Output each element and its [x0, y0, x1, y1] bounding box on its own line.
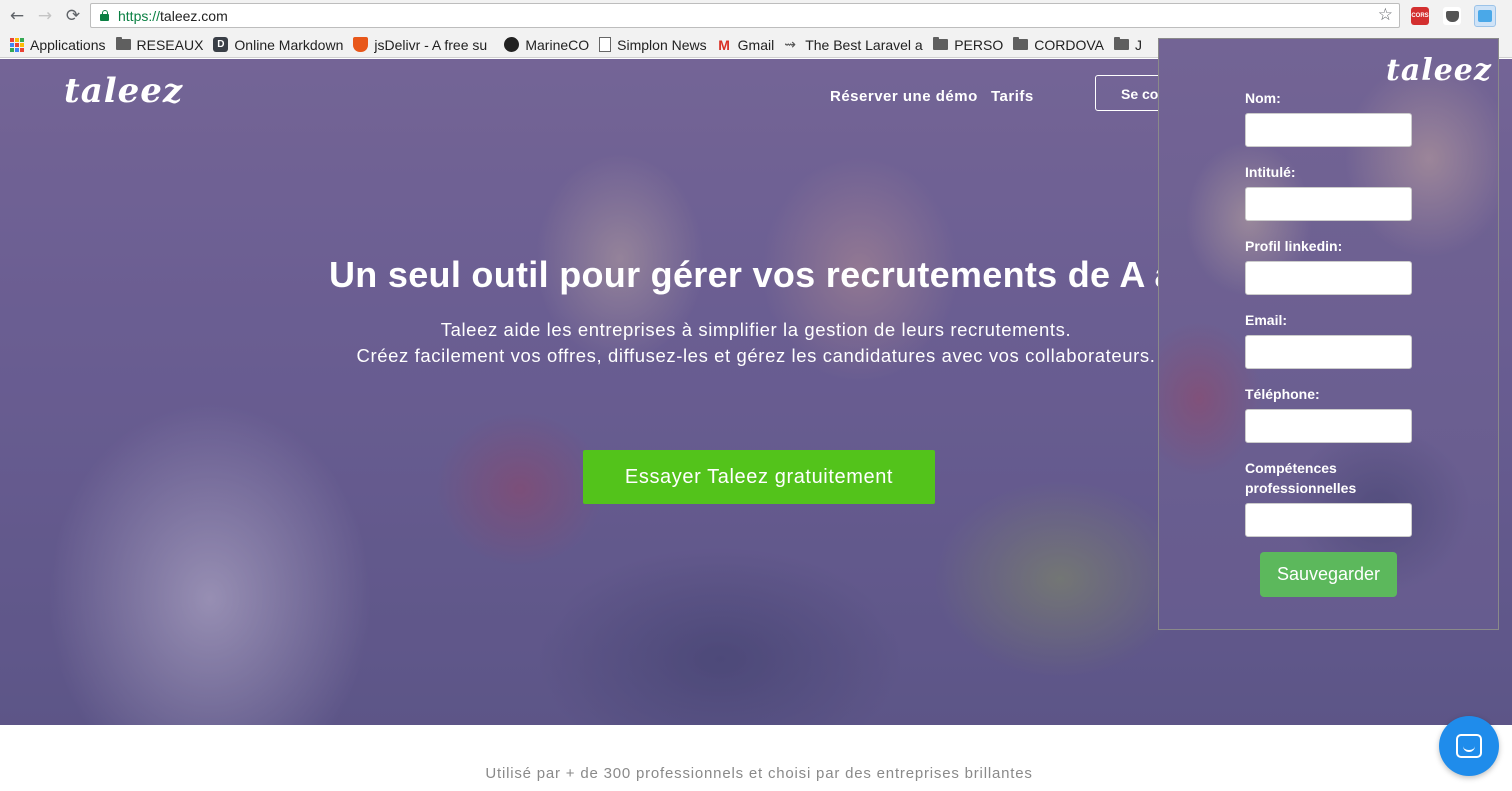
browser-toolbar: ← → ⟳ https://taleez.com ☆ CORS [0, 0, 1512, 32]
intitule-label: Intitulé: [1245, 164, 1296, 180]
linkedin-label: Profil linkedin: [1245, 238, 1343, 254]
taleez-extension-popup: taleez Nom: Intitulé: Profil linkedin: E… [1158, 38, 1499, 630]
reload-icon[interactable]: ⟳ [62, 5, 84, 27]
bookmark-gmail[interactable]: M Gmail [717, 34, 774, 56]
bookmark-marineco[interactable]: MarineCO [504, 34, 589, 56]
folder-icon [933, 37, 949, 50]
email-input[interactable] [1245, 335, 1412, 369]
bookmark-jsdelivr[interactable]: jsDelivr - A free su [353, 34, 494, 56]
folder-icon [1113, 37, 1129, 50]
bookmark-reseaux[interactable]: RESEAUX [115, 34, 203, 56]
shield-icon [353, 37, 369, 52]
gmail-icon: M [718, 36, 730, 53]
github-icon [504, 37, 520, 52]
chat-launcher-button[interactable] [1439, 716, 1499, 776]
competences-label: Compétences professionnelles [1245, 458, 1356, 498]
trust-text: Utilisé par + de 300 professionnels et c… [485, 765, 1033, 782]
forward-icon[interactable]: → [34, 5, 56, 27]
popup-taleez-logo: taleez [1386, 53, 1492, 88]
nom-input[interactable] [1245, 113, 1412, 147]
email-label: Email: [1245, 312, 1288, 328]
bookmark-laravel[interactable]: ⇝ The Best Laravel a [784, 34, 923, 56]
taleez-logo[interactable]: taleez [64, 71, 183, 111]
nom-label: Nom: [1245, 90, 1281, 106]
lock-icon [100, 10, 109, 21]
bookmark-j[interactable]: J [1113, 34, 1142, 56]
nav-pricing-link[interactable]: Tarifs [991, 88, 1034, 105]
address-bar[interactable]: https://taleez.com ☆ [90, 3, 1400, 28]
cors-extension-icon[interactable]: CORS [1411, 7, 1429, 25]
bookmark-perso[interactable]: PERSO [933, 34, 1003, 56]
bookmark-cordova[interactable]: CORDOVA [1013, 34, 1104, 56]
competences-input[interactable] [1245, 503, 1412, 537]
intitule-input[interactable] [1245, 187, 1412, 221]
back-icon[interactable]: ← [6, 5, 28, 27]
try-free-button[interactable]: Essayer Taleez gratuitement [583, 450, 935, 504]
url-text[interactable]: https://taleez.com [118, 8, 228, 24]
telephone-label: Téléphone: [1245, 386, 1320, 402]
taleez-extension-icon[interactable] [1474, 5, 1496, 27]
bookmark-star-icon[interactable]: ☆ [1378, 5, 1393, 25]
linkedin-input[interactable] [1245, 261, 1412, 295]
laravel-icon: ⇝ [784, 36, 796, 52]
pocket-extension-icon[interactable] [1443, 7, 1461, 25]
bookmark-applications[interactable]: Applications [10, 34, 106, 56]
d-logo-icon: D [213, 37, 229, 52]
nav-demo-link[interactable]: Réserver une démo [830, 88, 978, 105]
bookmark-online-markdown[interactable]: D Online Markdown [213, 34, 343, 56]
bookmark-simplon-news[interactable]: Simplon News [599, 34, 707, 56]
folder-icon [115, 37, 131, 50]
document-icon [599, 37, 612, 52]
chat-bubble-icon [1456, 734, 1482, 758]
competences-label-line-1: Compétences [1245, 460, 1337, 476]
apps-grid-icon [10, 37, 24, 52]
folder-icon [1013, 37, 1029, 50]
competences-label-line-2: professionnelles [1245, 480, 1357, 496]
telephone-input[interactable] [1245, 409, 1412, 443]
save-button[interactable]: Sauvegarder [1260, 552, 1397, 597]
hero-headline: Un seul outil pour gérer vos recrutement… [329, 254, 1208, 295]
